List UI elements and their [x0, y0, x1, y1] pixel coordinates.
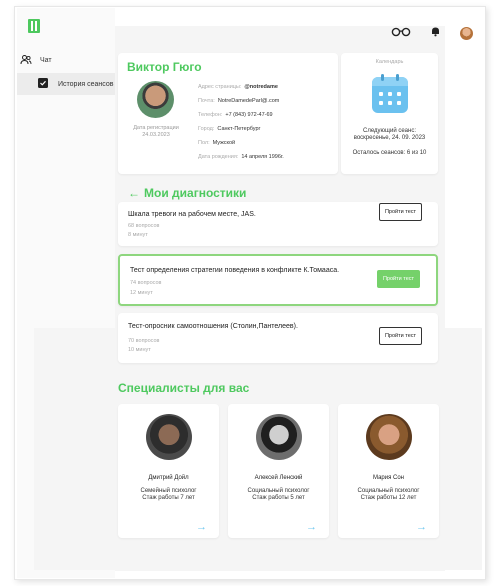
- test-duration: 12 минут: [130, 290, 153, 296]
- glasses-icon[interactable]: [391, 24, 411, 42]
- profile-field: Пол: Мужской: [198, 140, 236, 146]
- sessions-remaining: Осталось сеансов: 6 из 10: [352, 150, 427, 156]
- registration-date: Дата регистрации 24.03.2023: [133, 125, 179, 138]
- profile-info: Адрес страницы: @notredame Почта: NotreDam…: [198, 80, 284, 164]
- avatar[interactable]: [460, 26, 473, 40]
- profile-field: Дата рождения: 14 апреля 1996г.: [198, 154, 284, 160]
- specialist-avatar: [366, 414, 412, 460]
- profile-avatar: [137, 81, 174, 118]
- profile-card: Виктор Гюго Дата регистрации 24.03.2023 …: [118, 53, 338, 174]
- specialist-name: Дмитрий Дойл: [148, 475, 189, 481]
- checkbox-icon: [38, 78, 50, 90]
- logo-icon: [28, 19, 40, 33]
- test-card: Шкала тревоги на рабочем месте, JAS. 68 …: [118, 202, 438, 246]
- profile-field: Телефон: +7 (843) 972-47-69: [198, 112, 273, 118]
- sidebar-item-chat[interactable]: Чат: [20, 49, 52, 71]
- test-duration: 10 минут: [128, 347, 151, 353]
- test-title: Тест-опросник самоотношения (Столин,Пант…: [128, 323, 298, 330]
- test-title: Шкала тревоги на рабочем месте, JAS.: [128, 211, 256, 218]
- specialist-role: Социальный психолог Стаж работы 5 лет: [247, 488, 310, 501]
- sidebar-item-label: История сеансов: [58, 80, 114, 88]
- users-icon: [20, 54, 32, 66]
- profile-name: Виктор Гюго: [127, 60, 202, 74]
- specialist-avatar: [256, 414, 302, 460]
- profile-field: Город: Санкт-Петербург: [198, 126, 261, 132]
- specialist-name: Алексей Ленский: [254, 475, 303, 481]
- sidebar-item-label: Чат: [40, 56, 52, 64]
- arrow-right-icon[interactable]: →: [196, 521, 207, 533]
- calendar-card[interactable]: Календарь Следующий сеанс: воскресенье, …: [341, 53, 438, 174]
- arrow-right-icon[interactable]: →: [306, 521, 317, 533]
- calendar-icon: [372, 74, 408, 113]
- test-card-highlighted: Тест определения стратегии поведения в к…: [118, 254, 438, 306]
- topbar-icons: [391, 24, 473, 42]
- specialist-card[interactable]: Алексей Ленский Социальный психолог Стаж…: [228, 404, 329, 538]
- test-questions: 68 вопросов: [128, 223, 160, 229]
- specialist-card[interactable]: Мария Сон Социальный психолог Стаж работ…: [338, 404, 439, 538]
- profile-field: Адрес страницы: @notredame: [198, 84, 278, 90]
- specialists-title: Специалисты для вас: [118, 381, 250, 395]
- test-card: Тест-опросник самоотношения (Столин,Пант…: [118, 313, 438, 363]
- calendar-title: Календарь: [375, 59, 404, 65]
- next-session: Следующий сеанс: воскресенье, 24. 09. 20…: [353, 128, 426, 141]
- test-questions: 74 вопросов: [130, 280, 162, 286]
- bell-icon[interactable]: [431, 24, 440, 42]
- test-duration: 8 минут: [128, 232, 148, 238]
- arrow-right-icon[interactable]: →: [416, 521, 427, 533]
- test-title: Тест определения стратегии поведения в к…: [130, 267, 340, 274]
- specialist-card[interactable]: Дмитрий Дойл Семейный психолог Стаж рабо…: [118, 404, 219, 538]
- specialist-name: Мария Сон: [373, 475, 404, 481]
- start-test-button[interactable]: Пройти тест: [377, 270, 420, 288]
- start-test-button[interactable]: Пройти тест: [379, 327, 422, 345]
- sidebar-item-history[interactable]: История сеансов: [17, 73, 115, 95]
- test-questions: 70 вопросов: [128, 338, 160, 344]
- specialist-role: Социальный психолог Стаж работы 12 лет: [357, 488, 420, 501]
- specialist-role: Семейный психолог Стаж работы 7 лет: [140, 488, 197, 501]
- start-test-button[interactable]: Пройти тест: [379, 203, 422, 221]
- specialist-avatar: [146, 414, 192, 460]
- profile-field: Почта: NotreDamedeParl@.com: [198, 98, 280, 104]
